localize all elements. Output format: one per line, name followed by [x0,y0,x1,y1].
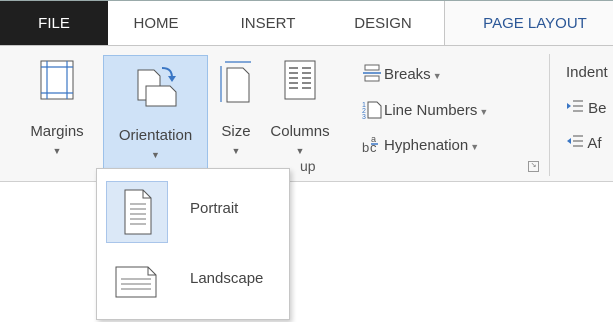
chevron-down-icon: ▼ [52,146,62,156]
size-label: Size [221,123,251,140]
chevron-down-icon: ▼ [479,106,489,117]
indent-right-icon [566,135,587,152]
breaks-icon [362,64,382,86]
orientation-menu: Portrait Landscape [96,168,290,320]
chevron-down-icon: ▼ [231,146,241,156]
line-numbers-label: Line Numbers [384,101,478,119]
size-button[interactable]: Size ▼ [212,52,260,166]
margins-button[interactable]: Margins ▼ [13,52,101,166]
columns-icon [284,60,316,104]
line-numbers-button[interactable]: 1 2 3 Line Numbers ▼ [362,99,488,123]
hyphenation-label: Hyphenation [384,136,469,154]
chevron-down-icon: ▼ [151,150,160,160]
columns-button[interactable]: Columns ▼ [264,52,336,166]
ribbon-tab-strip: FILE HOME INSERT DESIGN PAGE LAYOUT [0,0,613,47]
breaks-button[interactable]: Breaks ▼ [362,64,442,88]
indent-after-label: Af [587,135,602,152]
tab-insert[interactable]: INSERT [227,1,309,46]
indent-label: Indent [566,64,608,81]
chevron-down-icon: ▼ [470,141,480,152]
indent-before-row[interactable]: Be [566,99,607,117]
svg-text:a: a [371,134,376,144]
group-separator [549,54,550,176]
hyphenation-button[interactable]: b c a Hyphenation ▼ [362,134,479,158]
dialog-launcher-icon[interactable]: ↘ [528,161,539,172]
indent-before-label: Be [588,100,607,117]
margins-label: Margins [30,123,84,140]
menu-item-landscape[interactable]: Landscape [102,249,282,313]
page-setup-group-label: up [300,158,316,174]
landscape-icon [106,251,166,311]
svg-text:3: 3 [362,114,366,119]
line-numbers-icon: 1 2 3 [362,99,382,123]
breaks-label: Breaks [384,65,431,83]
ribbon-page-layout: Margins ▼ Orientation ▼ Size ▼ Columns ▼… [0,45,613,182]
tab-home[interactable]: HOME [111,1,201,46]
portrait-label: Portrait [190,200,239,217]
margins-icon [40,60,74,104]
word-window: FILE HOME INSERT DESIGN PAGE LAYOUT Marg… [0,0,613,322]
chevron-down-icon: ▼ [432,70,442,81]
orientation-icon [134,64,178,112]
hyphenation-icon: b c a [362,134,382,158]
portrait-icon [106,181,168,243]
menu-item-portrait[interactable]: Portrait [102,179,282,243]
chevron-down-icon: ▼ [295,146,305,156]
orientation-button[interactable]: Orientation ▼ [103,55,208,170]
orientation-label: Orientation [118,127,193,144]
tab-design[interactable]: DESIGN [340,1,426,46]
tab-file[interactable]: FILE [0,1,108,46]
tab-page-layout[interactable]: PAGE LAYOUT [444,1,613,47]
landscape-label: Landscape [190,270,264,287]
indent-left-icon [566,100,588,117]
svg-text:b: b [362,140,369,154]
size-icon [219,60,253,108]
indent-after-row[interactable]: Af [566,134,602,152]
columns-label: Columns [270,123,330,140]
